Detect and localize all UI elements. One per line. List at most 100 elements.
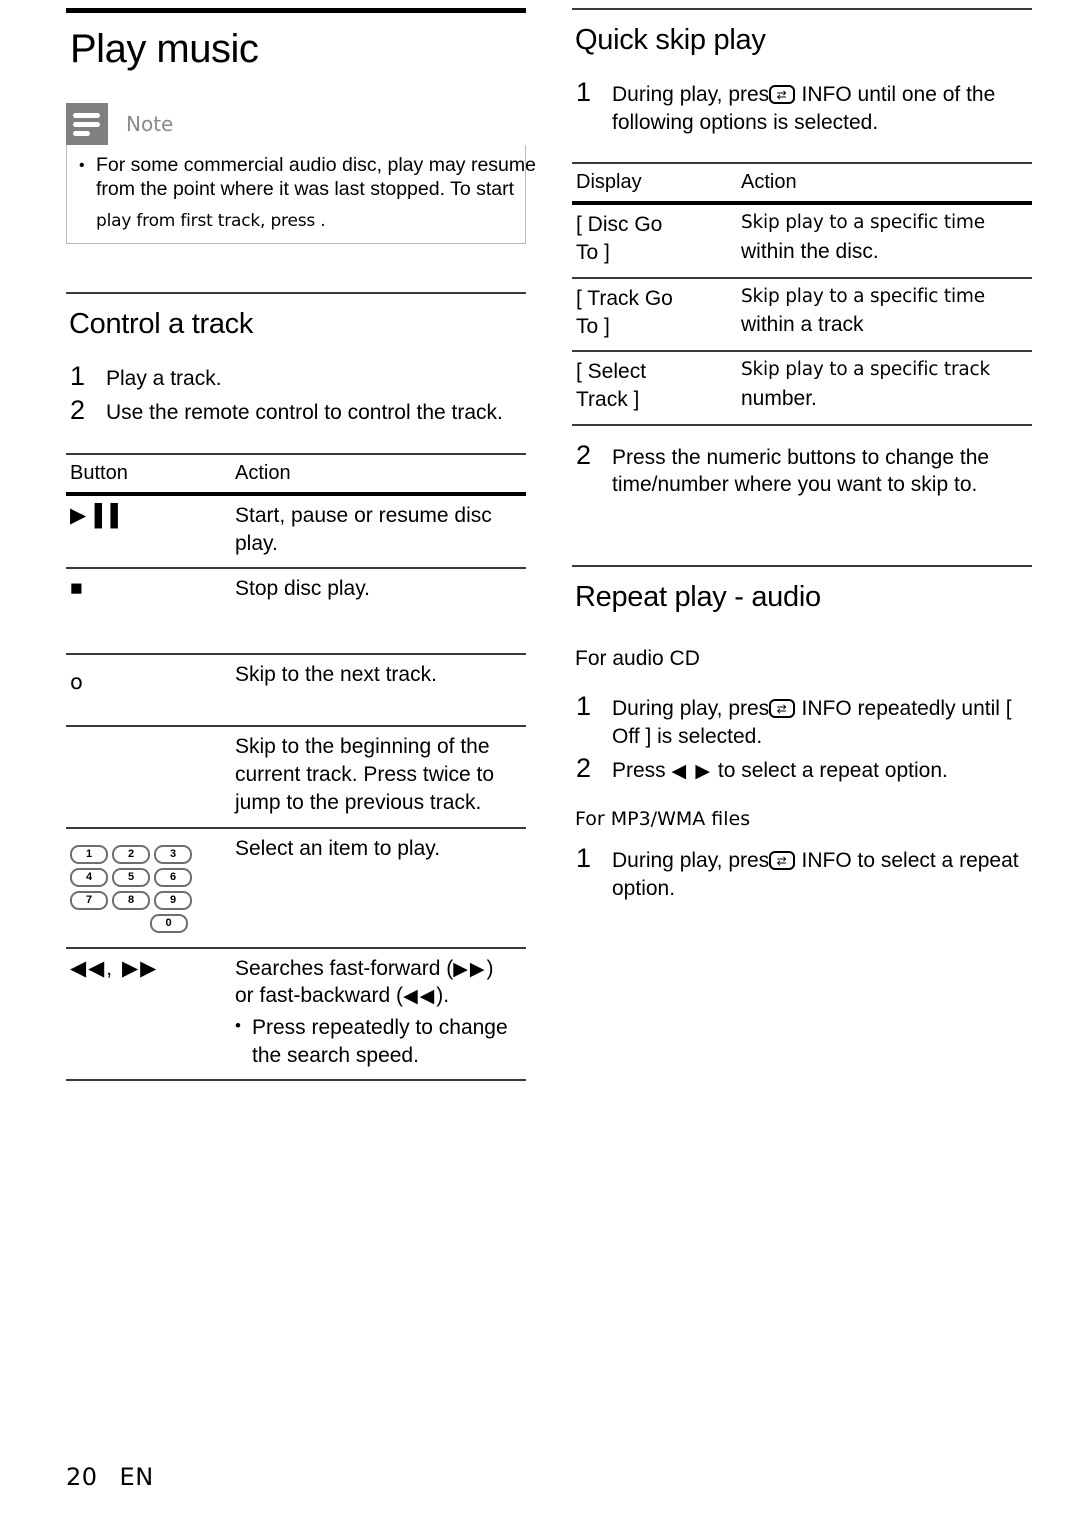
display-line-2: To ] [576,241,610,265]
control-track-rule [66,292,526,295]
note-body: • For some commercial audio disc, play m… [66,145,536,245]
note-text: For some commercial audio disc, play may… [96,154,536,231]
action-line-thin: Skip play to a specific time [741,212,985,234]
note-box: Note • For some commercial audio disc, p… [66,103,536,245]
control-track-steps: 1 Play a track. 2 Use the remote control… [66,361,526,427]
button-action-table: Button Action ▶▐▐ Start, pause or resume… [66,453,526,1082]
action-line-thin: Skip play to a specific time [741,285,985,307]
table-row: ◀◀, ▶▶ Searches fast-forward (▶▶) or fas… [66,947,526,1082]
footer-page-number: 20 [66,1463,98,1491]
step-text: Play a track. [106,367,222,391]
keypad-row: 7 8 9 [70,890,227,910]
key-9[interactable]: 9 [154,890,192,910]
step-text: Use the remote control to control the tr… [106,401,503,425]
stop-icon: ■ [66,568,231,656]
info-screen-icon [768,699,795,719]
footer-language-code: EN [119,1463,154,1491]
step-1: 1 During play, press INFO to select a re… [572,843,1032,902]
key-7[interactable]: 7 [70,890,108,910]
search-action-line-2: or fast-backward (◀◀). [235,984,449,1007]
skip-next-icon: ᴏ [66,654,231,728]
sub-bullet-text: Press repeatedly to change the search sp… [252,1016,508,1067]
step-text-before: During play, press [612,697,780,721]
note-bullet: • [79,157,85,174]
column-header-display: Display [572,162,737,206]
column-header-button: Button [66,453,231,497]
step-text: Press ◀ ▶ to select a repeat option. [612,753,948,785]
display-line-2: To ] [576,314,610,338]
search-action-line-1: Searches fast-forward (▶▶) [235,957,493,980]
action-line-bold: number. [741,386,817,410]
right-column: Quick skip play 1 During play, press INF… [572,0,1032,905]
search-text-1: Searches fast-forward ( [235,956,454,980]
left-right-arrows-icon: ◀ ▶ [671,760,713,782]
quick-skip-steps: 1 During play, press INFO until one of t… [572,77,1032,136]
row-action-text: Skip to the beginning of the current tra… [231,726,526,829]
column-header-action: Action [737,162,1032,206]
page-title: Play music [70,27,259,71]
quick-skip-rule [572,8,1032,10]
step-number: 1 [70,361,86,392]
step-text: Press the numeric buttons to change the … [612,445,990,497]
section-title-quick-skip-play: Quick skip play [575,24,766,56]
key-0[interactable]: 0 [149,913,188,933]
key-2[interactable]: 2 [112,844,150,864]
display-line-1: [ Track Go [576,286,673,310]
table-row: ■ Stop disc play. [66,568,526,656]
table-row: Skip to the beginning of the current tra… [66,726,526,829]
row-display-text: [ Disc Go To ] [572,203,737,279]
key-6[interactable]: 6 [154,867,192,887]
keypad-row: 1 2 3 [70,844,227,864]
step-text-before: During play, press [612,83,780,106]
note-line-1: For some commercial audio disc, play may… [96,154,536,176]
row-action-text: Skip to the next track. [231,654,526,728]
step-number: 2 [576,439,592,470]
fast-backward-icon: ◀◀ [403,986,437,1008]
subtitle-for-audio-cd: For audio CD [575,647,700,671]
note-header: Note [66,103,526,145]
note-line-2: from the point where it was last stopped… [96,177,515,200]
row-action-text: Start, pause or resume disc play. [231,494,526,570]
table-header-row: Button Action [66,453,526,497]
section-title-control-a-track: Control a track [69,308,254,341]
note-lines-icon [66,103,108,145]
section-title-repeat-play-audio: Repeat play - audio [575,581,821,614]
display-line-1: [ Select [576,360,647,384]
search-text-1b: ) [486,956,494,980]
key-5[interactable]: 5 [112,867,150,887]
step-2: 2 Press the numeric buttons to change th… [572,440,1032,499]
row-display-text: [ Select Track ] [572,351,737,426]
step-number: 1 [576,691,592,722]
page-footer: 20 EN [66,1463,154,1491]
step-1: 1 During play, press INFO until one of t… [572,77,1032,136]
display-line-1: [ Disc Go [576,213,663,237]
table-row: [ Disc Go To ] Skip play to a specific t… [572,203,1032,279]
search-text-2b: ). [436,984,450,1008]
key-4[interactable]: 4 [70,867,108,887]
step-number: 1 [576,843,592,874]
subtitle-for-mp3-wma-files: For MP3/WMA files [575,808,751,831]
step-2: 2 Use the remote control to control the … [66,395,526,427]
search-sub-bullet-item: • Press repeatedly to change the search … [235,1014,522,1069]
note-line-3: play from first track, press . [96,210,326,231]
display-action-table: Display Action [ Disc Go To ] Skip play … [572,162,1032,426]
row-action-text: Skip play to a specific time within the … [737,203,1032,279]
info-screen-icon [768,851,795,871]
action-line-bold: within the disc. [741,239,879,263]
sub-bullet-marker: • [235,1016,241,1036]
key-1[interactable]: 1 [70,844,108,864]
row-action-text: Skip play to a specific track number. [737,351,1032,426]
table-header-row: Display Action [572,162,1032,206]
key-3[interactable]: 3 [154,844,192,864]
numeric-keypad-icon: 1 2 3 4 5 6 7 8 9 0 [66,827,231,949]
table-row: ▶▐▐ Start, pause or resume disc play. [66,494,526,570]
action-line-thin: Skip play to a specific track [741,359,990,381]
step-number: 1 [576,77,592,107]
step-2: 2 Press ◀ ▶ to select a repeat option. [572,753,1032,785]
manual-page: Play music Note • For some commercial au… [0,0,1080,1527]
repeat-play-rule [572,565,1032,568]
key-8[interactable]: 8 [112,890,150,910]
column-header-action: Action [231,453,526,497]
row-action-text: Stop disc play. [231,568,526,656]
table-row: [ Track Go To ] Skip play to a specific … [572,277,1032,353]
